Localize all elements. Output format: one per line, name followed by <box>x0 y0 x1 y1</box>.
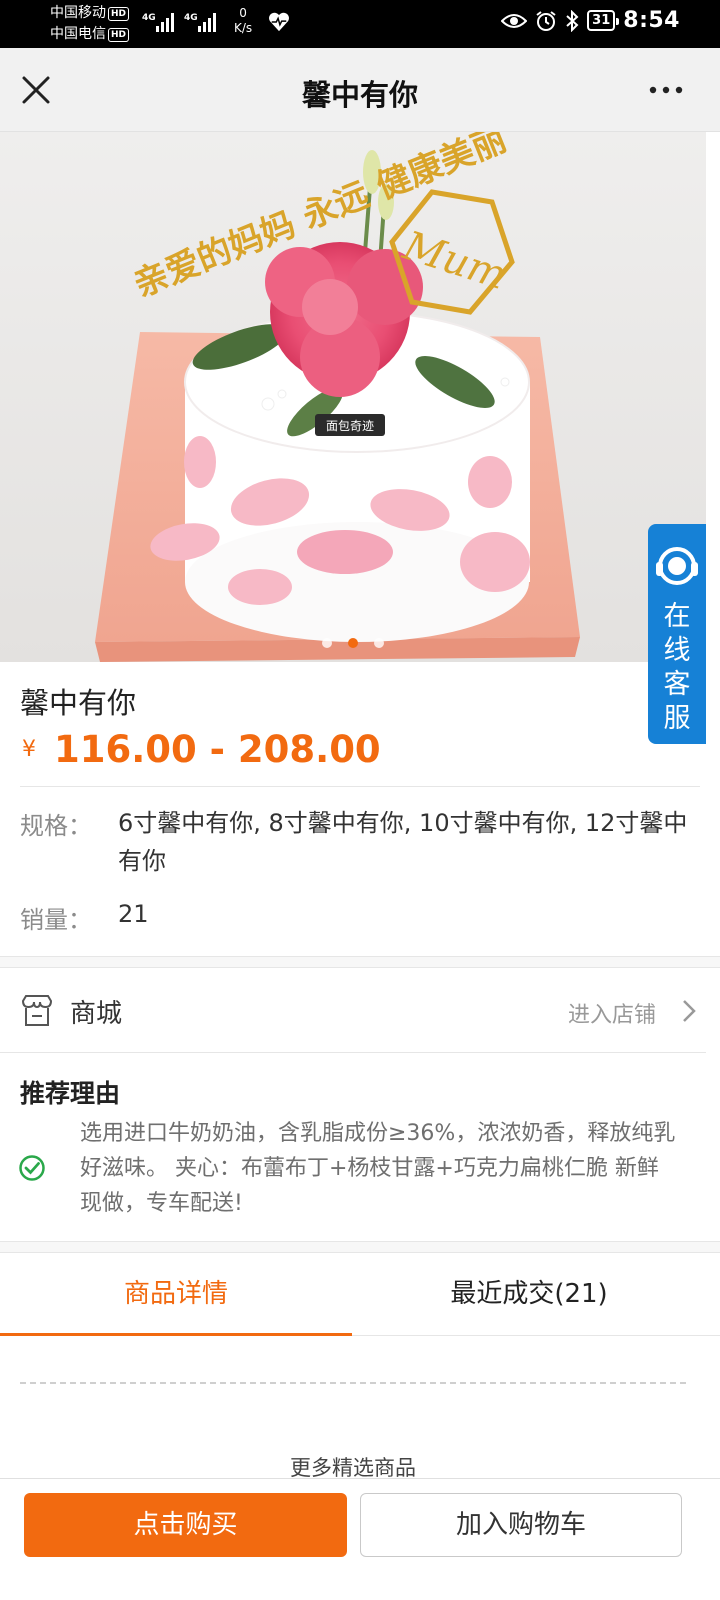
check-circle-icon <box>19 1155 45 1181</box>
network-speed: 0 K/s <box>234 6 252 36</box>
carrier-info: 中国移动 HD 中国电信 HD <box>50 3 130 45</box>
cake-image: 面包奇迹 亲爱的妈妈 永远 健康美丽 Mum <box>0 132 706 662</box>
detail-tabs: 商品详情 最近成交(21) <box>0 1254 720 1336</box>
bottom-action-bar: 点击购买 加入购物车 <box>0 1478 720 1600</box>
carrier-2: 中国电信 <box>50 26 106 42</box>
reason-text: 选用进口牛奶奶油，含乳脂成份≥36%，浓浓奶香，释放纯乳好滋味。 夹心：布蕾布丁… <box>80 1121 676 1216</box>
tab-product-details[interactable]: 商品详情 <box>0 1254 352 1336</box>
alarm-icon <box>536 10 556 31</box>
section-gap <box>0 956 720 968</box>
product-image-carousel[interactable]: 面包奇迹 亲爱的妈妈 永远 健康美丽 Mum <box>0 132 706 662</box>
price-range: 116.00 - 208.00 <box>54 728 381 771</box>
reason-title: 推荐理由 <box>20 1079 121 1108</box>
heart-icon <box>269 12 289 32</box>
carousel-dots <box>0 638 706 648</box>
more-icon[interactable] <box>646 76 686 104</box>
currency-symbol: ¥ <box>22 737 36 762</box>
clock: 8:54 <box>623 8 680 33</box>
tab-recent-deals[interactable]: 最近成交(21) <box>352 1254 706 1336</box>
store-icon <box>21 995 53 1026</box>
battery-icon: 31 <box>587 10 620 31</box>
store-row[interactable]: 商城 进入店铺 <box>0 969 720 1053</box>
speed-value: 0 <box>239 6 247 20</box>
svg-text:4G: 4G <box>142 13 156 23</box>
enter-store-link[interactable]: 进入店铺 <box>568 997 656 1029</box>
divider <box>0 1052 706 1053</box>
screen: 中国移动 HD 中国电信 HD 4G 4G 0 K/s 31 8:54 馨中有你… <box>0 0 720 1600</box>
cake-brand-text: 面包奇迹 <box>326 419 374 433</box>
hd-badge: HD <box>108 7 130 21</box>
store-name: 商城 <box>70 999 123 1029</box>
status-right: 31 8:54 <box>501 8 680 33</box>
carousel-dot[interactable] <box>322 638 332 648</box>
spec-value: 6寸馨中有你, 8寸馨中有你, 10寸馨中有你, 12寸馨中有你 <box>118 809 688 875</box>
product-name: 馨中有你 <box>20 686 137 720</box>
carousel-dot[interactable] <box>374 638 384 648</box>
dashed-divider <box>20 1382 686 1384</box>
section-gap <box>0 1241 720 1253</box>
chevron-right-icon <box>683 1000 696 1022</box>
buy-button[interactable]: 点击购买 <box>24 1493 347 1557</box>
nav-bar: 馨中有你 <box>0 48 720 132</box>
add-to-cart-button[interactable]: 加入购物车 <box>360 1493 682 1557</box>
product-price: ¥116.00 - 208.00 <box>22 728 381 771</box>
eye-icon <box>501 13 528 28</box>
page-title: 馨中有你 <box>301 78 418 112</box>
online-service-button[interactable]: 在线客服 <box>648 524 706 744</box>
status-bar: 中国移动 HD 中国电信 HD 4G 4G 0 K/s 31 8:54 <box>0 0 720 48</box>
headset-icon <box>656 547 698 585</box>
bluetooth-icon <box>566 9 579 32</box>
hd-badge: HD <box>108 28 130 42</box>
divider <box>20 786 700 787</box>
carousel-dot-active[interactable] <box>348 638 358 648</box>
svg-text:4G: 4G <box>184 13 198 23</box>
speed-unit: K/s <box>234 21 253 35</box>
carrier-1: 中国移动 <box>50 5 106 21</box>
signal-icon: 4G 4G <box>142 13 216 32</box>
online-service-label: 在线客服 <box>663 601 691 734</box>
spec-label: 规格： <box>20 812 92 840</box>
sales-value: 21 <box>118 900 149 928</box>
sales-label: 销量： <box>20 906 92 934</box>
